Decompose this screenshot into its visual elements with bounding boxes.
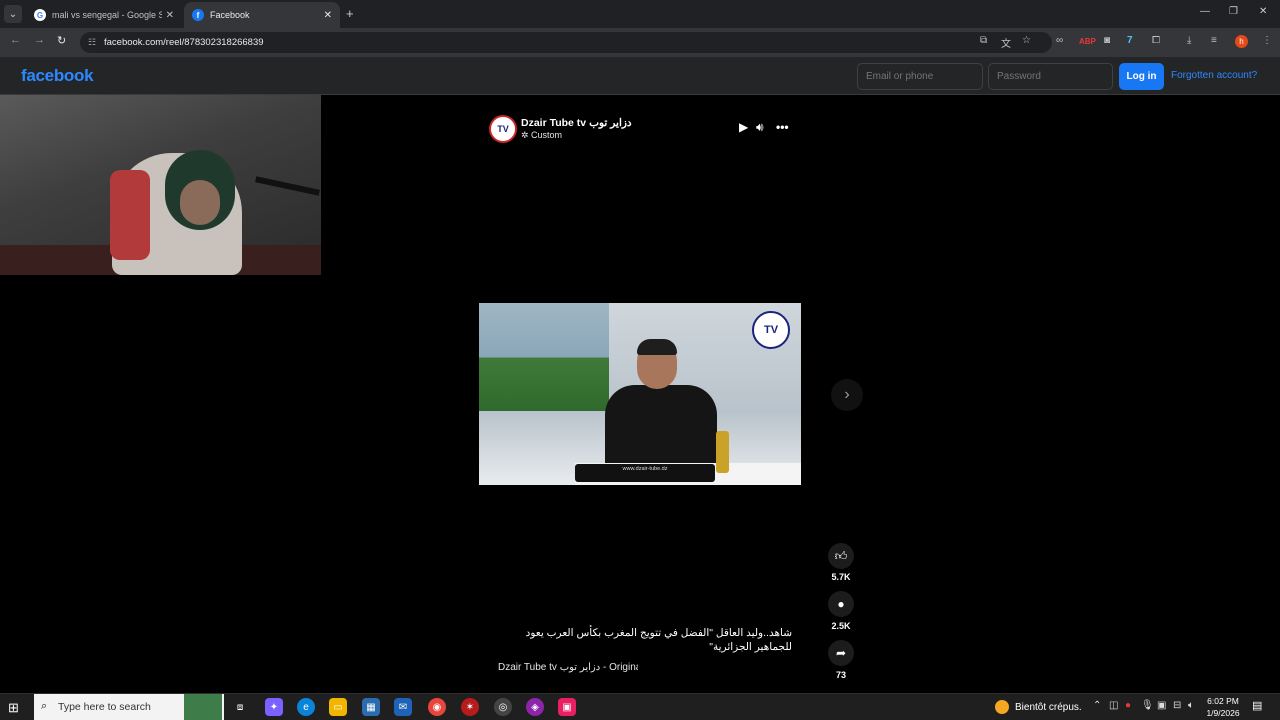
system-clock[interactable]: 6:02 PM 1/9/2026 — [1200, 695, 1246, 719]
tray-app-icon[interactable]: ▣ — [1157, 700, 1166, 711]
weather-text: Bientôt crépus. — [1015, 701, 1082, 713]
tray-chevron-icon[interactable]: ⌃ — [1093, 700, 1101, 711]
channel-avatar[interactable]: TV — [489, 115, 517, 143]
browser-menu-icon[interactable]: ⋮ — [1262, 35, 1272, 46]
outlook-icon[interactable]: ✉ — [394, 698, 412, 716]
install-app-icon[interactable]: ⧉ — [980, 35, 987, 46]
reel-caption: شاهد..وليد العاقل "الفضل في تتويج المغرب… — [525, 627, 792, 653]
site-info-icon[interactable]: ☷ — [88, 37, 96, 48]
new-tab-button[interactable]: + — [346, 6, 354, 21]
video-lower-bar: www.dzair-tube.dz — [575, 464, 715, 482]
more-options-icon[interactable]: ••• — [776, 120, 789, 134]
windows-start-icon[interactable]: ⊞ — [8, 700, 19, 716]
url-text: facebook.com/reel/878302318266839 — [104, 37, 264, 48]
login-button[interactable]: Log in — [1119, 63, 1164, 90]
channel-audience: ✲ Custom — [521, 130, 563, 140]
media-control-icon[interactable]: ≡ — [1211, 35, 1217, 46]
tab-google-search[interactable]: G mali vs sengegal - Google Search ✕ — [26, 2, 182, 28]
close-tab-icon[interactable]: ✕ — [166, 10, 174, 21]
comment-count: 2.5K — [831, 621, 851, 631]
like-icon[interactable]: 👍︎ — [828, 543, 854, 569]
reload-icon[interactable]: ↻ — [57, 34, 66, 47]
audio-credit[interactable]: Dzair Tube tv دزاير توب - Original audio — [498, 662, 638, 673]
comment-icon[interactable]: ● — [828, 591, 854, 617]
webcam-overlay — [0, 95, 321, 275]
next-reel-button[interactable]: › — [831, 379, 863, 411]
close-window-button[interactable]: ✕ — [1259, 6, 1267, 17]
password-field[interactable] — [988, 63, 1113, 90]
share-icon[interactable]: ➦ — [828, 640, 854, 666]
channel-name[interactable]: Dzair Tube tv دزاير توب — [521, 117, 632, 129]
clock-date: 1/9/2026 — [1206, 708, 1240, 718]
copilot-icon[interactable]: ✦ — [265, 698, 283, 716]
download-icon[interactable]: ⤓ — [1187, 35, 1191, 46]
minimize-button[interactable]: — — [1200, 6, 1210, 17]
microphone-icon[interactable]: 🎙︎ — [1141, 700, 1154, 711]
tab-facebook[interactable]: f Facebook ✕ — [184, 2, 340, 28]
google-icon: G — [34, 9, 46, 21]
search-icon: ⌕ — [41, 700, 48, 712]
profile-avatar[interactable]: h — [1235, 35, 1248, 48]
tray-app-icon[interactable]: ◫ — [1109, 700, 1118, 711]
like-count: 5.7K — [831, 572, 851, 582]
notification-icon[interactable]: ▤ — [1252, 699, 1262, 712]
forward-icon[interactable]: → — [34, 34, 45, 46]
close-tab-icon[interactable]: ✕ — [324, 10, 332, 21]
translate-icon[interactable]: 文 — [1001, 35, 1011, 50]
obs-icon[interactable]: ◎ — [494, 698, 512, 716]
store-icon[interactable]: ▦ — [362, 698, 380, 716]
volume-icon[interactable]: 🔊︎ — [756, 120, 764, 135]
gear-icon: ✲ — [521, 130, 532, 140]
forgotten-account-link[interactable]: Forgotten account? — [1171, 70, 1257, 81]
volume-icon[interactable]: 🔈︎ — [1188, 700, 1194, 711]
clock-time: 6:02 PM — [1207, 696, 1239, 706]
restore-button[interactable]: ❐ — [1229, 6, 1238, 17]
url-bar[interactable]: ☷ facebook.com/reel/878302318266839 — [80, 32, 1052, 53]
tab-search-button[interactable]: ⌄ — [4, 5, 22, 23]
app-icon[interactable]: ◈ — [526, 698, 544, 716]
share-count: 73 — [835, 670, 846, 680]
search-highlight-image[interactable] — [184, 694, 222, 720]
tray-app-icon[interactable]: ● — [1125, 700, 1131, 711]
file-explorer-icon[interactable]: ▭ — [329, 698, 347, 716]
tab-title: mali vs sengegal - Google Search — [52, 10, 162, 20]
facebook-icon: f — [192, 9, 204, 21]
video-website-text: www.dzair-tube.dz — [622, 466, 668, 472]
channel-info[interactable]: TV Dzair Tube tv دزاير توب ✲ Custom — [489, 115, 632, 143]
reel-video[interactable]: www.dzair-tube.dz TV — [479, 303, 801, 485]
extension-7-icon[interactable]: 7 — [1127, 35, 1133, 46]
play-icon[interactable]: ▶ — [739, 120, 748, 134]
app-icon[interactable]: ✶ — [461, 698, 479, 716]
back-icon[interactable]: ← — [10, 34, 21, 46]
task-view-icon[interactable]: ⧈ — [231, 698, 249, 716]
weather-sun-icon — [995, 700, 1009, 714]
facebook-logo[interactable]: facebook — [21, 66, 94, 86]
extension-glasses-icon[interactable]: ∞ — [1056, 35, 1063, 46]
extensions-puzzle-icon[interactable]: ⧠ — [1152, 35, 1160, 46]
edge-icon[interactable]: e — [297, 698, 315, 716]
channel-watermark-logo: TV — [752, 311, 790, 349]
adblock-icon[interactable]: ABP — [1079, 37, 1096, 46]
email-field[interactable] — [857, 63, 983, 90]
weather-widget[interactable]: Bientôt crépus. — [995, 700, 1082, 714]
app-icon[interactable]: ▣ — [558, 698, 576, 716]
tab-title: Facebook — [210, 10, 250, 20]
bookmark-star-icon[interactable]: ☆ — [1022, 35, 1031, 46]
search-placeholder: Type here to search — [58, 701, 151, 713]
chrome-icon[interactable]: ◉ — [428, 698, 446, 716]
extension-icon[interactable]: ◙ — [1104, 35, 1110, 46]
network-icon[interactable]: ⊟ — [1173, 700, 1181, 711]
